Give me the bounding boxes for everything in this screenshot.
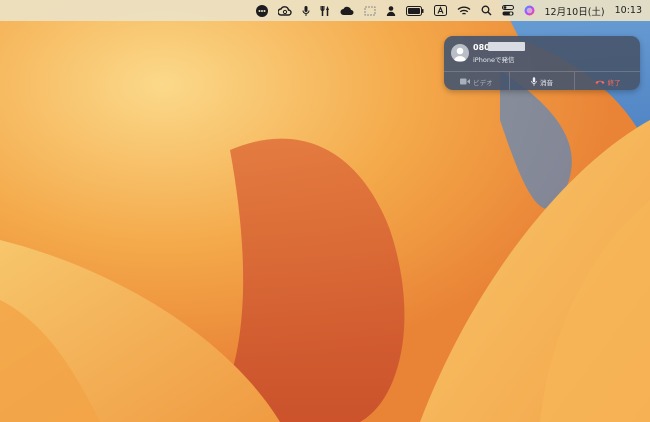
call-status-text: iPhoneで発信 bbox=[473, 56, 515, 64]
wifi-icon[interactable] bbox=[457, 4, 471, 18]
microphone-icon bbox=[531, 77, 537, 86]
siri-icon[interactable] bbox=[524, 4, 535, 18]
call-actions: ビデオ 消音 終了 bbox=[444, 71, 640, 90]
menu-bar-date[interactable]: 12月10日(土) bbox=[545, 4, 605, 18]
desktop: 12月10日(土) 10:13 080 iPhoneで発信 ビデオ 消音 終了 bbox=[0, 0, 650, 422]
menu-bar: 12月10日(土) 10:13 bbox=[0, 0, 650, 21]
input-source-a-icon[interactable] bbox=[433, 4, 447, 18]
video-button[interactable]: ビデオ bbox=[444, 72, 509, 90]
creative-cloud-icon[interactable] bbox=[277, 4, 292, 18]
end-call-button[interactable]: 終了 bbox=[574, 72, 640, 90]
hang-up-icon bbox=[595, 80, 605, 84]
user-icon[interactable] bbox=[386, 4, 396, 18]
call-notification[interactable]: 080 iPhoneで発信 ビデオ 消音 終了 bbox=[444, 36, 640, 90]
menu-bar-time[interactable]: 10:13 bbox=[615, 5, 642, 16]
avatar bbox=[451, 44, 469, 62]
cloud-icon[interactable] bbox=[340, 4, 354, 18]
end-call-button-label: 終了 bbox=[607, 78, 621, 87]
tools-icon[interactable] bbox=[320, 4, 330, 18]
more-icon[interactable] bbox=[255, 4, 268, 18]
person-icon bbox=[454, 47, 466, 61]
video-button-label: ビデオ bbox=[473, 78, 493, 87]
mute-button-label: 消音 bbox=[540, 78, 553, 87]
redacted-number-bar bbox=[488, 42, 525, 51]
dropbox-icon[interactable] bbox=[364, 4, 376, 18]
mute-button[interactable]: 消音 bbox=[508, 72, 575, 90]
battery-icon bbox=[405, 4, 424, 18]
spotlight-search-icon[interactable] bbox=[481, 4, 492, 18]
control-center-icon[interactable] bbox=[501, 4, 514, 18]
call-notification-header[interactable]: 080 iPhoneで発信 bbox=[444, 36, 640, 71]
video-camera-icon bbox=[460, 78, 471, 85]
microphone-icon[interactable] bbox=[302, 4, 310, 18]
